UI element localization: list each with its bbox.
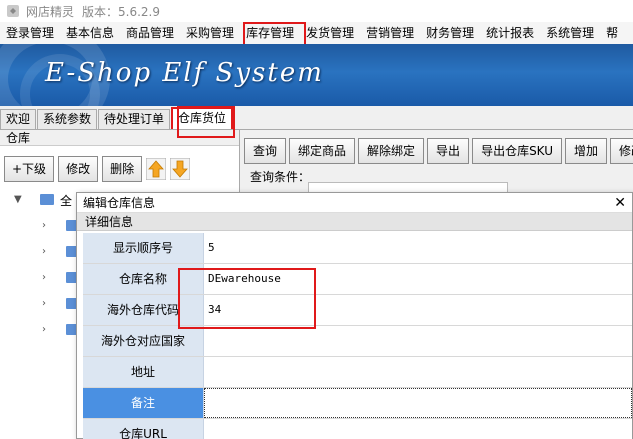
app-logo-icon: [7, 5, 19, 17]
collapse-icon[interactable]: ▼: [14, 194, 22, 205]
app-name: 网店精灵: [26, 4, 75, 19]
edit-button[interactable]: 修改: [58, 156, 99, 182]
close-icon[interactable]: ✕: [614, 193, 626, 213]
warehouse-name-field[interactable]: DEwarehouse: [204, 264, 632, 294]
add-button[interactable]: 增加: [565, 138, 608, 164]
menu-basic-info[interactable]: 基本信息: [60, 22, 120, 44]
bind-product-button[interactable]: 绑定商品: [289, 138, 356, 164]
tab-welcome[interactable]: 欢迎: [0, 109, 37, 129]
address-field[interactable]: [204, 357, 632, 387]
export-sku-button[interactable]: 导出仓库SKU: [472, 138, 563, 164]
menu-login[interactable]: 登录管理: [0, 22, 60, 44]
property-row-overseas-country[interactable]: 海外仓对应国家: [83, 326, 632, 357]
tab-strip: 欢迎 系统参数 待处理订单 仓库货位: [0, 107, 633, 130]
menu-system[interactable]: 系统管理: [540, 22, 600, 44]
warehouse-toolbar: +下级 修改 删除: [4, 156, 191, 184]
expand-icon[interactable]: ›: [42, 298, 46, 309]
query-button[interactable]: 查询: [244, 138, 287, 164]
move-up-icon[interactable]: [146, 158, 167, 180]
property-row-display-order[interactable]: 显示顺序号 5: [83, 233, 632, 264]
modify-button[interactable]: 修改: [610, 138, 633, 164]
folder-icon: [40, 194, 54, 205]
property-row-address[interactable]: 地址: [83, 357, 632, 388]
dialog-title: 编辑仓库信息: [83, 196, 156, 210]
property-label: 地址: [83, 357, 204, 387]
property-row-remark[interactable]: 备注: [83, 388, 632, 419]
overseas-code-field[interactable]: 34: [204, 295, 632, 325]
location-toolbar: 查询 绑定商品 解除绑定 导出 导出仓库SKU 增加 修改: [244, 138, 633, 164]
expand-icon[interactable]: ›: [42, 272, 46, 283]
expand-icon[interactable]: ›: [42, 246, 46, 257]
overseas-country-field[interactable]: [204, 326, 632, 356]
property-row-overseas-code[interactable]: 海外仓库代码 34: [83, 295, 632, 326]
menu-purchase[interactable]: 采购管理: [180, 22, 240, 44]
move-down-icon[interactable]: [170, 158, 191, 180]
unbind-button[interactable]: 解除绑定: [358, 138, 425, 164]
details-section-header: 详细信息: [77, 213, 632, 231]
remark-field[interactable]: [204, 388, 632, 418]
menu-marketing[interactable]: 营销管理: [360, 22, 420, 44]
property-row-warehouse-url[interactable]: 仓库URL: [83, 419, 632, 439]
warehouse-url-field[interactable]: [204, 419, 632, 439]
menu-help[interactable]: 帮: [600, 22, 624, 44]
menu-product[interactable]: 商品管理: [120, 22, 180, 44]
property-label: 仓库URL: [83, 419, 204, 439]
property-label: 备注: [83, 388, 204, 418]
property-grid: 显示顺序号 5 仓库名称 DEwarehouse 海外仓库代码 34 海外仓对应…: [83, 233, 632, 439]
app-version: 版本：5.6.2.9: [82, 4, 160, 19]
property-label: 海外仓库代码: [83, 295, 204, 325]
edit-warehouse-dialog: 编辑仓库信息 ✕ 详细信息 显示顺序号 5 仓库名称 DEwarehouse 海…: [76, 192, 633, 439]
display-order-field[interactable]: 5: [204, 233, 632, 263]
delete-button[interactable]: 删除: [102, 156, 143, 182]
menu-finance[interactable]: 财务管理: [420, 22, 480, 44]
tab-pending-orders[interactable]: 待处理订单: [98, 109, 171, 129]
expand-icon[interactable]: ›: [42, 324, 46, 335]
banner: E-Shop Elf System: [0, 44, 633, 106]
warehouse-panel-title: 仓库: [0, 130, 239, 146]
export-button[interactable]: 导出: [427, 138, 470, 164]
query-conditions-label: 查询条件：: [250, 170, 311, 184]
property-row-warehouse-name[interactable]: 仓库名称 DEwarehouse: [83, 264, 632, 295]
dialog-title-bar: 编辑仓库信息 ✕: [77, 193, 632, 213]
property-label: 海外仓对应国家: [83, 326, 204, 356]
menu-reports[interactable]: 统计报表: [480, 22, 540, 44]
property-label: 仓库名称: [83, 264, 204, 294]
add-child-button[interactable]: +下级: [4, 156, 55, 182]
tree-root-label: 全: [60, 194, 73, 208]
menu-inventory[interactable]: 库存管理: [240, 22, 300, 44]
menu-shipping[interactable]: 发货管理: [300, 22, 360, 44]
title-bar: 网店精灵 版本：5.6.2.9: [0, 0, 633, 22]
menu-bar: 登录管理 基本信息 商品管理 采购管理 库存管理 发货管理 营销管理 财务管理 …: [0, 22, 633, 44]
property-label: 显示顺序号: [83, 233, 204, 263]
tab-warehouse-location[interactable]: 仓库货位: [171, 107, 234, 129]
expand-icon[interactable]: ›: [42, 220, 46, 231]
banner-logo-text: E-Shop Elf System: [45, 58, 324, 88]
tab-system-params[interactable]: 系统参数: [37, 109, 98, 129]
